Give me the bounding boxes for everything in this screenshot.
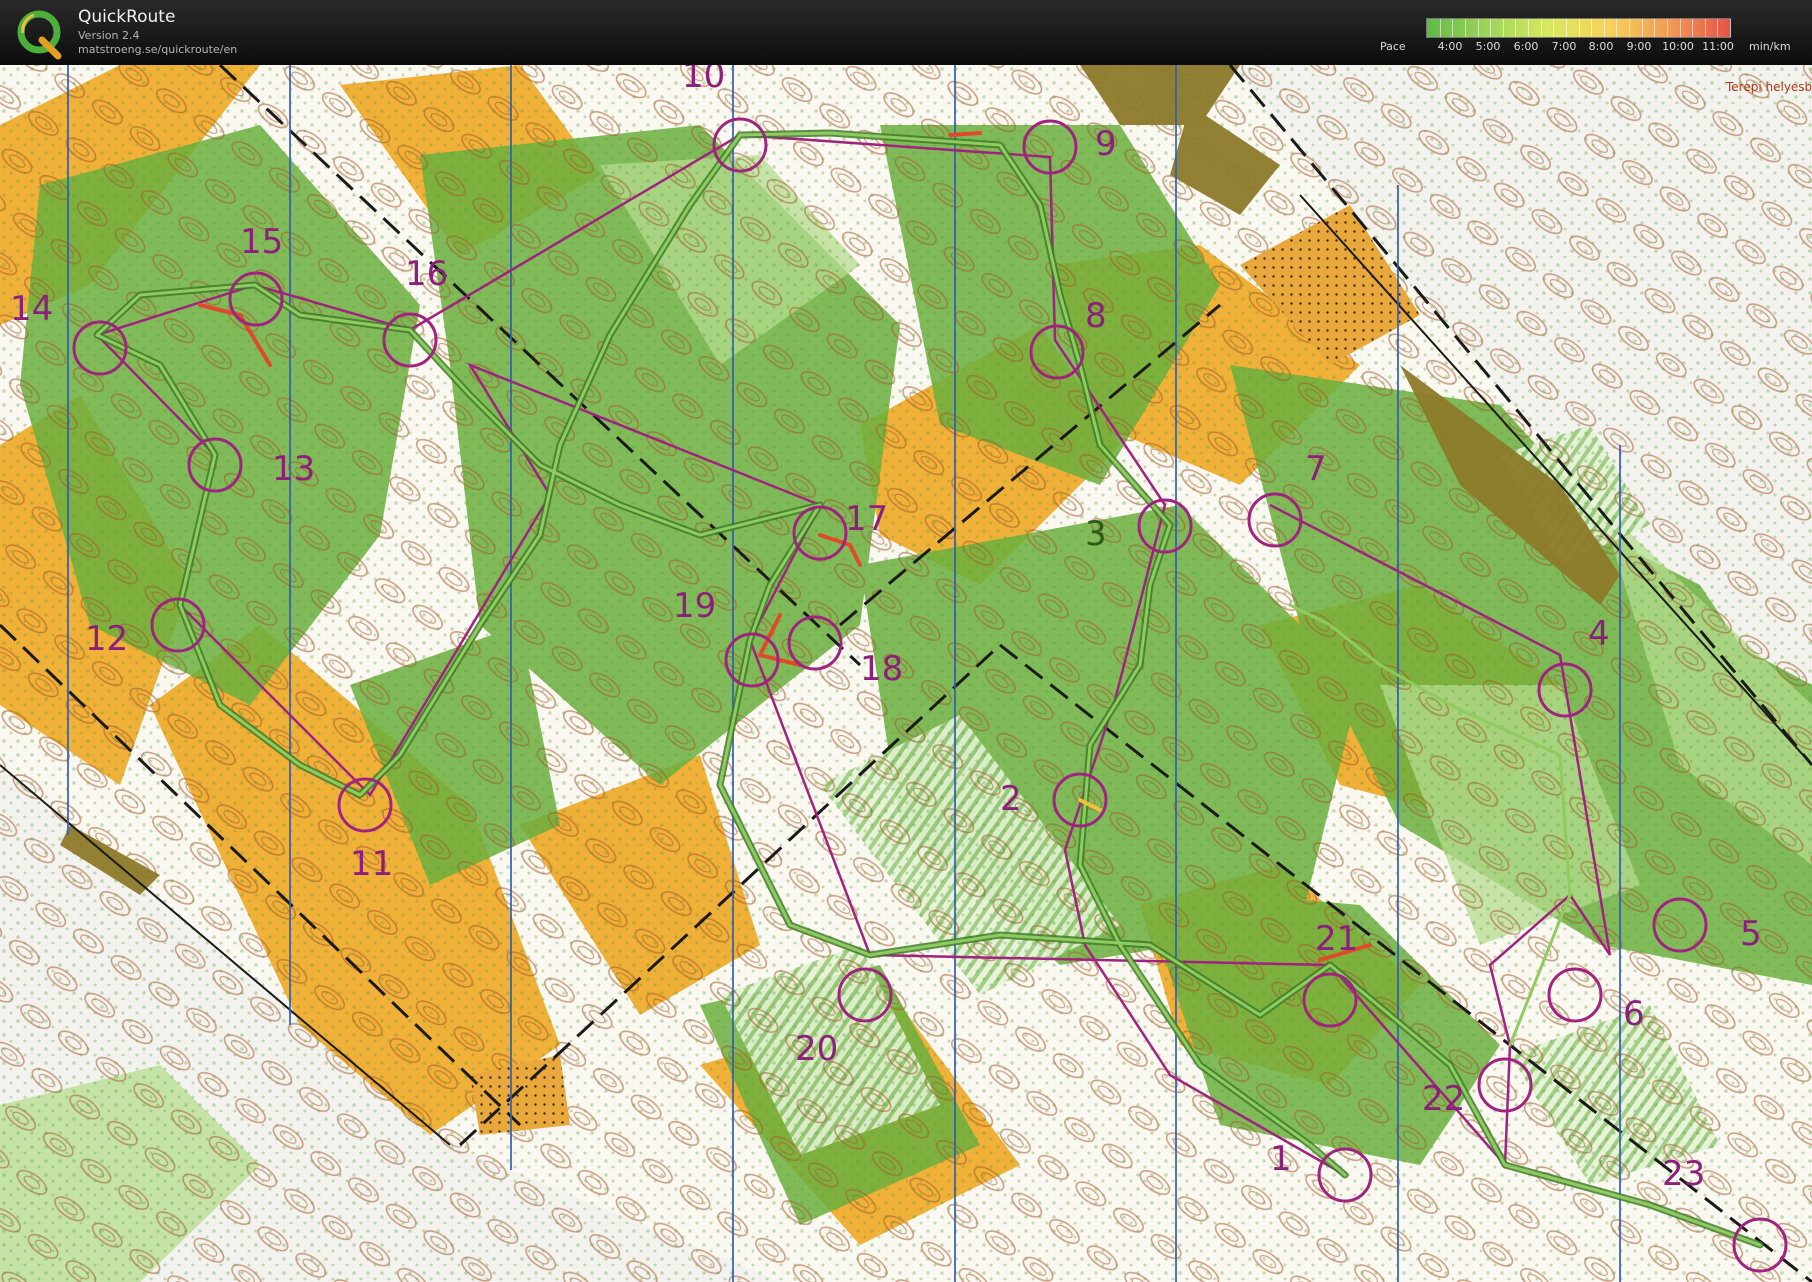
- pace-scale-segment: [1629, 19, 1630, 37]
- pace-tick: 5:00: [1475, 40, 1501, 53]
- pace-tick: 7:00: [1551, 40, 1577, 53]
- pace-scale-segment: [1452, 19, 1454, 37]
- pace-scale-segment: [1528, 19, 1529, 37]
- control-number: 18: [860, 649, 903, 689]
- control-number: 21: [1315, 919, 1358, 959]
- control-number: 2: [1000, 779, 1022, 819]
- map-canvas[interactable]: 1 2 3 4 5 6 7 8 9 10 11 12 13 14 15 16 1…: [0, 65, 1812, 1282]
- pace-scale-segment: [1477, 19, 1479, 37]
- control-number: 13: [272, 449, 315, 489]
- orienteering-map[interactable]: 1 2 3 4 5 6 7 8 9 10 11 12 13 14 15 16 1…: [0, 65, 1812, 1282]
- pace-color-scale: [1426, 18, 1731, 38]
- app-url: matstroeng.se/quickroute/en: [78, 43, 238, 56]
- control-number: 17: [845, 499, 888, 539]
- pace-scale-segment: [1565, 19, 1567, 37]
- control-number: 5: [1740, 914, 1762, 954]
- control-number: 19: [673, 586, 716, 626]
- pace-scale-segment: [1654, 19, 1656, 37]
- pace-scale-segment: [1540, 19, 1542, 37]
- pace-scale-segment: [1717, 19, 1719, 37]
- control-number: 9: [1095, 124, 1117, 164]
- pace-scale-segment: [1490, 19, 1492, 37]
- pace-scale-segment: [1553, 19, 1555, 37]
- app-title: QuickRoute: [78, 7, 176, 27]
- control-number: 20: [795, 1029, 838, 1069]
- pace-scale-segment: [1704, 19, 1706, 37]
- pace-tick: 10:00: [1662, 40, 1694, 53]
- quickroute-logo-icon: [17, 10, 62, 60]
- control-number: 8: [1085, 296, 1107, 336]
- pace-tick: 6:00: [1513, 40, 1539, 53]
- control-number: 15: [240, 222, 283, 262]
- control-number: 6: [1623, 994, 1645, 1034]
- control-number: 10: [682, 65, 725, 96]
- pace-scale-segment: [1515, 19, 1517, 37]
- control-number: 7: [1305, 449, 1327, 489]
- pace-tick-labels: 4:00 5:00 6:00 7:00 8:00 9:00 10:00 11:0…: [1426, 40, 1736, 54]
- control-number: 12: [85, 619, 128, 659]
- pace-scale-segment: [1641, 19, 1643, 37]
- control-number: 22: [1422, 1079, 1465, 1119]
- pace-scale-segment: [1616, 19, 1618, 37]
- control-number: 3: [1085, 514, 1107, 554]
- app-version: Version 2.4: [78, 29, 140, 42]
- pace-scale-segment: [1692, 19, 1694, 37]
- control-number: 1: [1270, 1139, 1292, 1179]
- pace-scale-segment: [1603, 19, 1605, 37]
- pace-unit: min/km: [1749, 40, 1791, 53]
- pace-tick: 8:00: [1588, 40, 1614, 53]
- pace-scale-segment: [1591, 19, 1593, 37]
- control-number: 23: [1662, 1154, 1705, 1194]
- pace-scale-segment: [1502, 19, 1504, 37]
- control-number: 4: [1588, 614, 1610, 654]
- control-number: 16: [405, 254, 448, 294]
- pace-tick: 11:00: [1702, 40, 1734, 53]
- pace-tick: 4:00: [1437, 40, 1463, 53]
- control-number: 14: [10, 289, 53, 329]
- pace-label: Pace: [1380, 40, 1406, 53]
- pace-scale-segment: [1464, 19, 1466, 37]
- app-header: QuickRoute Version 2.4 matstroeng.se/qui…: [0, 0, 1812, 65]
- control-number: 11: [350, 844, 393, 884]
- pace-scale-segment: [1679, 19, 1681, 37]
- map-corner-text: Terepi helyesbí: [1725, 80, 1812, 94]
- pace-scale-segment: [1578, 19, 1580, 37]
- pace-scale-segment: [1730, 19, 1731, 37]
- pace-scale-segment: [1666, 19, 1668, 37]
- pace-tick: 9:00: [1626, 40, 1652, 53]
- pace-scale-segment: [1439, 19, 1441, 37]
